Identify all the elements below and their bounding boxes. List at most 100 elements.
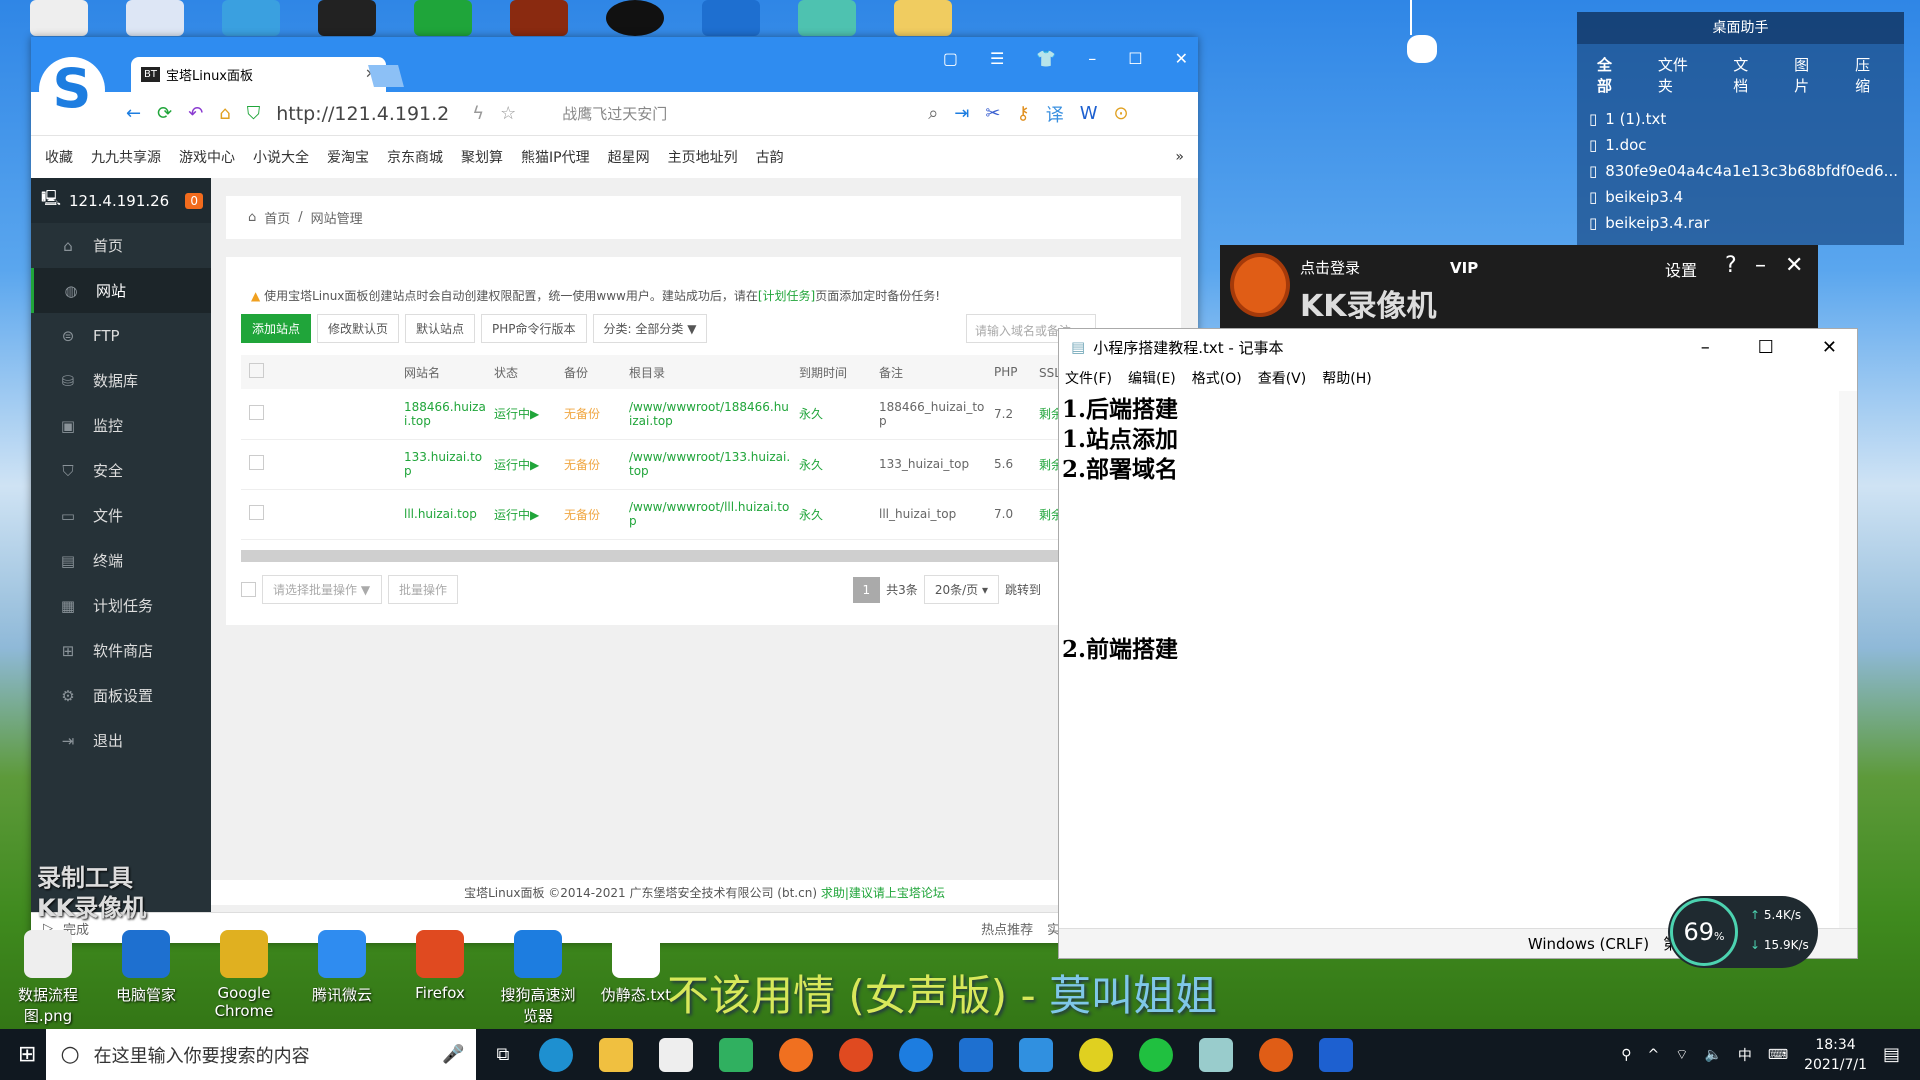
menu-icon[interactable]: ☰ xyxy=(990,49,1004,68)
forum-link[interactable]: 求助|建议请上宝塔论坛 xyxy=(821,886,945,900)
app-icon[interactable] xyxy=(1079,1037,1114,1072)
explorer-icon[interactable] xyxy=(599,1037,634,1072)
minimize-icon[interactable]: – xyxy=(1088,49,1096,68)
refresh-icon[interactable]: ⟳ xyxy=(157,103,172,124)
desktop-icon[interactable]: 腾讯微云 xyxy=(304,930,380,1026)
vertical-scrollbar[interactable] xyxy=(1839,391,1857,928)
network-speed-widget[interactable]: 69% ↑ 5.4K/s ↓ 15.9K/s xyxy=(1668,896,1818,968)
page-1[interactable]: 1 xyxy=(852,576,881,603)
archive-icon[interactable] xyxy=(798,0,856,36)
scissors-icon[interactable]: ✂ xyxy=(985,103,1000,124)
task-view-icon[interactable]: ⧉ xyxy=(496,1044,509,1065)
hot-news-button[interactable]: 热点推荐 xyxy=(981,919,1033,938)
batch-select[interactable]: 请选择批量操作 ▼ xyxy=(262,575,382,604)
column-header[interactable]: 状态 xyxy=(486,355,556,389)
row-checkbox[interactable] xyxy=(249,505,264,520)
notepad-taskbar-icon[interactable] xyxy=(1199,1037,1234,1072)
table-cell[interactable]: 无备份 xyxy=(556,489,621,540)
sidebar-item[interactable]: ⛁ 数据库 xyxy=(31,358,211,403)
desktop-icon[interactable]: 数据流程图.png xyxy=(10,930,86,1026)
kk-settings-button[interactable]: 设置 xyxy=(1665,257,1697,281)
network-icon[interactable]: ⌔ xyxy=(1675,1046,1688,1064)
table-cell[interactable]: lll.huizai.top xyxy=(396,489,486,540)
desktop-icon[interactable]: 搜狗高速浏览器 xyxy=(500,930,576,1026)
table-cell[interactable]: 188466.huizai.top xyxy=(396,389,486,440)
kk-close-icon[interactable]: ✕ xyxy=(1785,253,1803,278)
desktop-icon[interactable] xyxy=(702,0,760,36)
login-icon[interactable]: ⇥ xyxy=(954,103,969,124)
kk-login-button[interactable]: 点击登录 xyxy=(1300,257,1360,278)
bookmark[interactable]: 爱淘宝 xyxy=(327,147,369,167)
sidebar-item[interactable]: ⊞ 软件商店 xyxy=(31,628,211,673)
php-cli-button[interactable]: PHP命令行版本 xyxy=(481,314,587,343)
edge-icon[interactable] xyxy=(539,1037,574,1072)
sidebar-item[interactable]: ⛉ 安全 xyxy=(31,448,211,493)
home-icon[interactable]: ⌂ xyxy=(219,103,230,124)
column-header[interactable]: 根目录 xyxy=(621,355,791,389)
cron-link[interactable]: [计划任务] xyxy=(758,289,815,303)
kk-vip[interactable]: VIP xyxy=(1450,259,1478,277)
table-cell[interactable]: /www/wwwroot/lll.huizai.top xyxy=(621,489,791,540)
clock[interactable]: 18:34 2021/7/1 xyxy=(1804,1035,1867,1075)
menu-item[interactable]: 格式(O) xyxy=(1192,368,1242,388)
message-badge[interactable]: 0 xyxy=(185,192,203,209)
back-icon[interactable]: ← xyxy=(126,103,141,124)
menu-item[interactable]: 查看(V) xyxy=(1258,368,1307,388)
more-bookmarks-icon[interactable]: » xyxy=(1175,149,1184,165)
helper-tab[interactable]: 文件夹 xyxy=(1658,54,1701,96)
column-header[interactable]: PHP xyxy=(986,355,1031,389)
ie-icon[interactable] xyxy=(959,1037,994,1072)
new-tab-button[interactable] xyxy=(368,65,404,87)
kk-minimize-icon[interactable]: – xyxy=(1755,253,1766,278)
table-cell[interactable]: 无备份 xyxy=(556,439,621,490)
sidebar-item[interactable]: ⊜ FTP xyxy=(31,313,211,358)
player-icon[interactable] xyxy=(719,1037,754,1072)
skin-icon[interactable]: 👕 xyxy=(1036,49,1056,68)
helper-tab[interactable]: 全部 xyxy=(1597,54,1626,96)
add-site-button[interactable]: 添加站点 xyxy=(241,314,312,343)
column-header[interactable]: 到期时间 xyxy=(791,355,871,389)
bookmark[interactable]: 主页地址列 xyxy=(668,147,738,167)
table-cell[interactable]: /www/wwwroot/133.huizai.top xyxy=(621,439,791,490)
file-item[interactable]: ▯ beikeip3.4 xyxy=(1577,184,1904,210)
store-icon[interactable] xyxy=(659,1037,694,1072)
search-input[interactable]: 战鹰飞过天安门 xyxy=(562,103,782,124)
bookmark[interactable]: 小说大全 xyxy=(253,147,309,167)
desktop-icon[interactable] xyxy=(126,0,184,36)
bookmark[interactable]: 收藏 xyxy=(45,147,73,167)
more-icon[interactable]: ⊙ xyxy=(1114,103,1129,124)
url-input[interactable]: http://121.4.191.2 xyxy=(276,103,456,125)
chevron-up-icon[interactable]: ^ xyxy=(1648,1047,1660,1063)
sidebar-item[interactable]: ▣ 监控 xyxy=(31,403,211,448)
bookmark[interactable]: 超星网 xyxy=(608,147,650,167)
table-cell[interactable]: 运行中▶ xyxy=(486,489,556,540)
firefox-icon[interactable] xyxy=(839,1037,874,1072)
sogou-browser-icon[interactable] xyxy=(899,1037,934,1072)
key-icon[interactable]: ⚷ xyxy=(1017,103,1030,124)
notification-icon[interactable]: ▤ xyxy=(1883,1044,1900,1065)
file-item[interactable]: ▯ 830fe9e04a4c4a1e13c3b68bfdf0ed6... xyxy=(1577,158,1904,184)
close-icon[interactable]: ✕ xyxy=(1175,49,1188,68)
table-cell[interactable]: 运行中▶ xyxy=(486,439,556,490)
sidebar-item[interactable]: ▭ 文件 xyxy=(31,493,211,538)
notepad-text-area[interactable]: 1.后端搭建 1.站点添加 2.部署域名 2.前端搭建 xyxy=(1059,391,1857,669)
table-cell[interactable]: 无备份 xyxy=(556,389,621,440)
bookmark[interactable]: 九九共享源 xyxy=(91,147,161,167)
kk-taskbar-icon[interactable] xyxy=(1259,1037,1294,1072)
desktop-icon[interactable] xyxy=(510,0,568,36)
breadcrumb-home[interactable]: 首页 xyxy=(264,208,290,227)
default-page-button[interactable]: 修改默认页 xyxy=(317,314,400,343)
ime-indicator[interactable]: 中 xyxy=(1738,1045,1752,1065)
column-header[interactable]: 备注 xyxy=(871,355,986,389)
taskbar-search-input[interactable]: 在这里输入你要搜索的内容 xyxy=(94,1042,310,1068)
keyboard-icon[interactable]: ⌨ xyxy=(1768,1047,1788,1063)
volume-icon[interactable]: 🔈 xyxy=(1704,1047,1721,1063)
helper-tab[interactable]: 压缩 xyxy=(1855,54,1884,96)
menu-item[interactable]: 编辑(E) xyxy=(1128,368,1176,388)
desktop-icon[interactable] xyxy=(222,0,280,36)
per-page-select[interactable]: 20条/页 ▾ xyxy=(923,575,999,604)
file-item[interactable]: ▯ 1.doc xyxy=(1577,132,1904,158)
helper-tab[interactable]: 文档 xyxy=(1733,54,1762,96)
star-icon[interactable]: ☆ xyxy=(500,103,516,124)
table-cell[interactable]: 133.huizai.top xyxy=(396,439,486,490)
